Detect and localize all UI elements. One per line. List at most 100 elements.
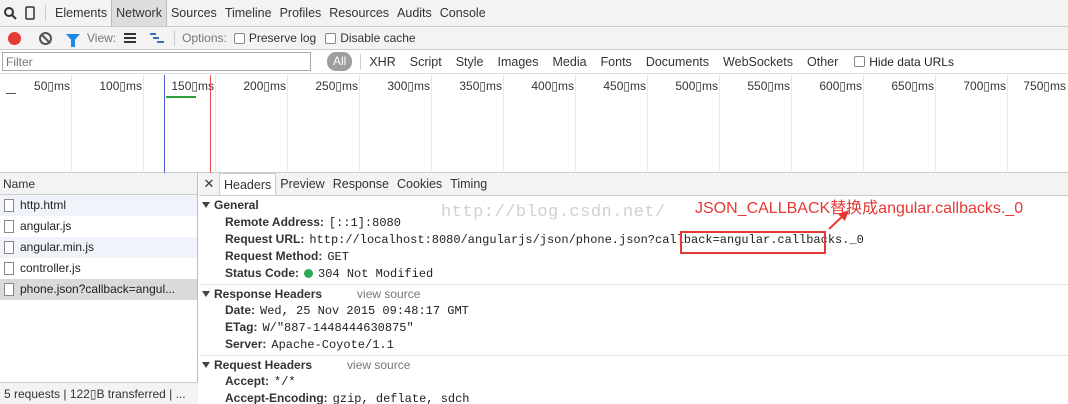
section-title: Request Headers bbox=[214, 358, 313, 372]
tick-label: 750▯ms bbox=[1023, 79, 1066, 93]
devtools-tabbar: Elements Network Sources Timeline Profil… bbox=[0, 0, 1068, 27]
tick-label: 550▯ms bbox=[747, 79, 790, 93]
tick-label: 300▯ms bbox=[387, 79, 430, 93]
list-item[interactable]: http.html bbox=[0, 195, 197, 216]
tab-timing[interactable]: Timing bbox=[446, 173, 491, 195]
response-headers-section-header[interactable]: Response Headers view source bbox=[199, 284, 1068, 302]
file-icon bbox=[4, 241, 14, 254]
timeline-overview[interactable]: 50▯ms 100▯ms 150▯ms 200▯ms 250▯ms 300▯ms… bbox=[0, 75, 1068, 173]
header-value: [::1]:8080 bbox=[328, 216, 401, 230]
hide-data-urls-checkbox[interactable]: Hide data URLs bbox=[854, 55, 954, 69]
view-label: View: bbox=[87, 31, 117, 45]
tab-network[interactable]: Network bbox=[111, 0, 167, 26]
tab-resources[interactable]: Resources bbox=[325, 0, 393, 26]
filter-other[interactable]: Other bbox=[807, 55, 838, 69]
large-rows-icon[interactable] bbox=[124, 33, 137, 43]
expand-triangle-icon[interactable] bbox=[202, 202, 210, 208]
header-row: Status Code: 304 Not Modified bbox=[199, 265, 1068, 282]
view-source-link[interactable]: view source bbox=[347, 356, 410, 374]
clear-icon[interactable] bbox=[39, 31, 52, 45]
header-key: Request URL: bbox=[225, 232, 305, 246]
tab-sources[interactable]: Sources bbox=[167, 0, 221, 26]
list-item[interactable]: controller.js bbox=[0, 258, 197, 279]
tab-console[interactable]: Console bbox=[436, 0, 490, 26]
tab-profiles[interactable]: Profiles bbox=[276, 0, 326, 26]
search-icon[interactable] bbox=[0, 0, 20, 26]
header-key: ETag: bbox=[225, 320, 258, 334]
tab-headers[interactable]: Headers bbox=[219, 173, 277, 195]
filter-xhr[interactable]: XHR bbox=[369, 55, 395, 69]
file-icon bbox=[4, 199, 14, 212]
checkbox-box[interactable] bbox=[854, 56, 866, 67]
header-row: ETag: W/"887-1448444630875" bbox=[199, 319, 1068, 336]
header-row: Date: Wed, 25 Nov 2015 09:48:17 GMT bbox=[199, 302, 1068, 319]
header-key: Accept: bbox=[225, 374, 270, 388]
section-title: Response Headers bbox=[214, 287, 323, 301]
header-value: gzip, deflate, sdch bbox=[332, 392, 470, 404]
close-icon[interactable]: ✕ bbox=[199, 173, 219, 195]
request-name: phone.json?callback=angul... bbox=[20, 282, 176, 296]
name-column-header[interactable]: Name bbox=[0, 173, 197, 195]
device-icon[interactable] bbox=[20, 0, 40, 26]
request-name: angular.js bbox=[20, 219, 72, 233]
disable-cache-label: Disable cache bbox=[340, 31, 416, 45]
details-tabbar: ✕ Headers Preview Response Cookies Timin… bbox=[199, 173, 1068, 196]
expand-triangle-icon[interactable] bbox=[202, 291, 210, 297]
filter-icon[interactable] bbox=[66, 34, 80, 47]
request-name: http.html bbox=[20, 198, 67, 212]
tick-label: 250▯ms bbox=[315, 79, 358, 93]
expand-triangle-icon[interactable] bbox=[202, 362, 210, 368]
tick-label: 400▯ms bbox=[531, 79, 574, 93]
status-ok-icon bbox=[304, 269, 314, 278]
tab-elements[interactable]: Elements bbox=[51, 0, 111, 26]
tab-timeline[interactable]: Timeline bbox=[221, 0, 276, 26]
highlight-box bbox=[680, 231, 826, 254]
header-row: Accept-Encoding: gzip, deflate, sdch bbox=[199, 390, 1068, 404]
checkbox-box[interactable] bbox=[233, 32, 245, 44]
tab-audits[interactable]: Audits bbox=[393, 0, 436, 26]
tick-label: 150▯ms bbox=[171, 79, 214, 93]
filter-media[interactable]: Media bbox=[553, 55, 587, 69]
list-item[interactable]: phone.json?callback=angul... bbox=[0, 279, 197, 300]
header-value: Apache-Coyote/1.1 bbox=[271, 338, 394, 352]
filter-input[interactable] bbox=[2, 52, 311, 71]
tick-label: 500▯ms bbox=[675, 79, 718, 93]
tick-label: 50▯ms bbox=[34, 79, 70, 93]
filter-script[interactable]: Script bbox=[410, 55, 442, 69]
filter-style[interactable]: Style bbox=[456, 55, 484, 69]
filter-websockets[interactable]: WebSockets bbox=[723, 55, 793, 69]
preserve-log-checkbox[interactable]: Preserve log bbox=[233, 31, 316, 45]
separator bbox=[360, 53, 362, 70]
arrow-icon bbox=[828, 210, 849, 230]
tab-preview[interactable]: Preview bbox=[276, 173, 328, 195]
tab-response[interactable]: Response bbox=[329, 173, 393, 195]
request-headers-section-header[interactable]: Request Headers view source bbox=[199, 355, 1068, 373]
status-summary: 5 requests | 122▯B transferred | ... bbox=[0, 382, 198, 404]
header-row: Request URL: http://localhost:8080/angula… bbox=[199, 231, 1068, 248]
separator bbox=[45, 5, 46, 21]
list-item[interactable]: angular.js bbox=[0, 216, 197, 237]
domcontentloaded-line bbox=[164, 75, 165, 173]
header-value: GET bbox=[327, 250, 349, 264]
disable-cache-checkbox[interactable]: Disable cache bbox=[325, 31, 416, 45]
header-row: Accept: */* bbox=[199, 373, 1068, 390]
annotation-text: JSON_CALLBACK替换成angular.callbacks._0 bbox=[695, 200, 1024, 217]
filter-all-button[interactable]: All bbox=[327, 52, 353, 71]
filter-images[interactable]: Images bbox=[498, 55, 539, 69]
overview-icon[interactable] bbox=[150, 33, 165, 43]
checkbox-box[interactable] bbox=[325, 32, 337, 44]
view-source-link[interactable]: view source bbox=[357, 285, 420, 303]
header-key: Server: bbox=[225, 337, 267, 351]
overview-marker bbox=[6, 93, 16, 94]
list-item[interactable]: angular.min.js bbox=[0, 237, 197, 258]
filter-documents[interactable]: Documents bbox=[646, 55, 709, 69]
tick-label: 200▯ms bbox=[243, 79, 286, 93]
request-name: angular.min.js bbox=[20, 240, 95, 254]
filter-fonts[interactable]: Fonts bbox=[601, 55, 632, 69]
header-key: Date: bbox=[225, 303, 256, 317]
record-icon[interactable] bbox=[8, 31, 21, 45]
tick-label: 100▯ms bbox=[99, 79, 142, 93]
network-toolbar: View: Options: Preserve log Disable cach… bbox=[0, 27, 1068, 50]
hide-data-urls-label: Hide data URLs bbox=[869, 54, 954, 69]
tab-cookies[interactable]: Cookies bbox=[393, 173, 446, 195]
